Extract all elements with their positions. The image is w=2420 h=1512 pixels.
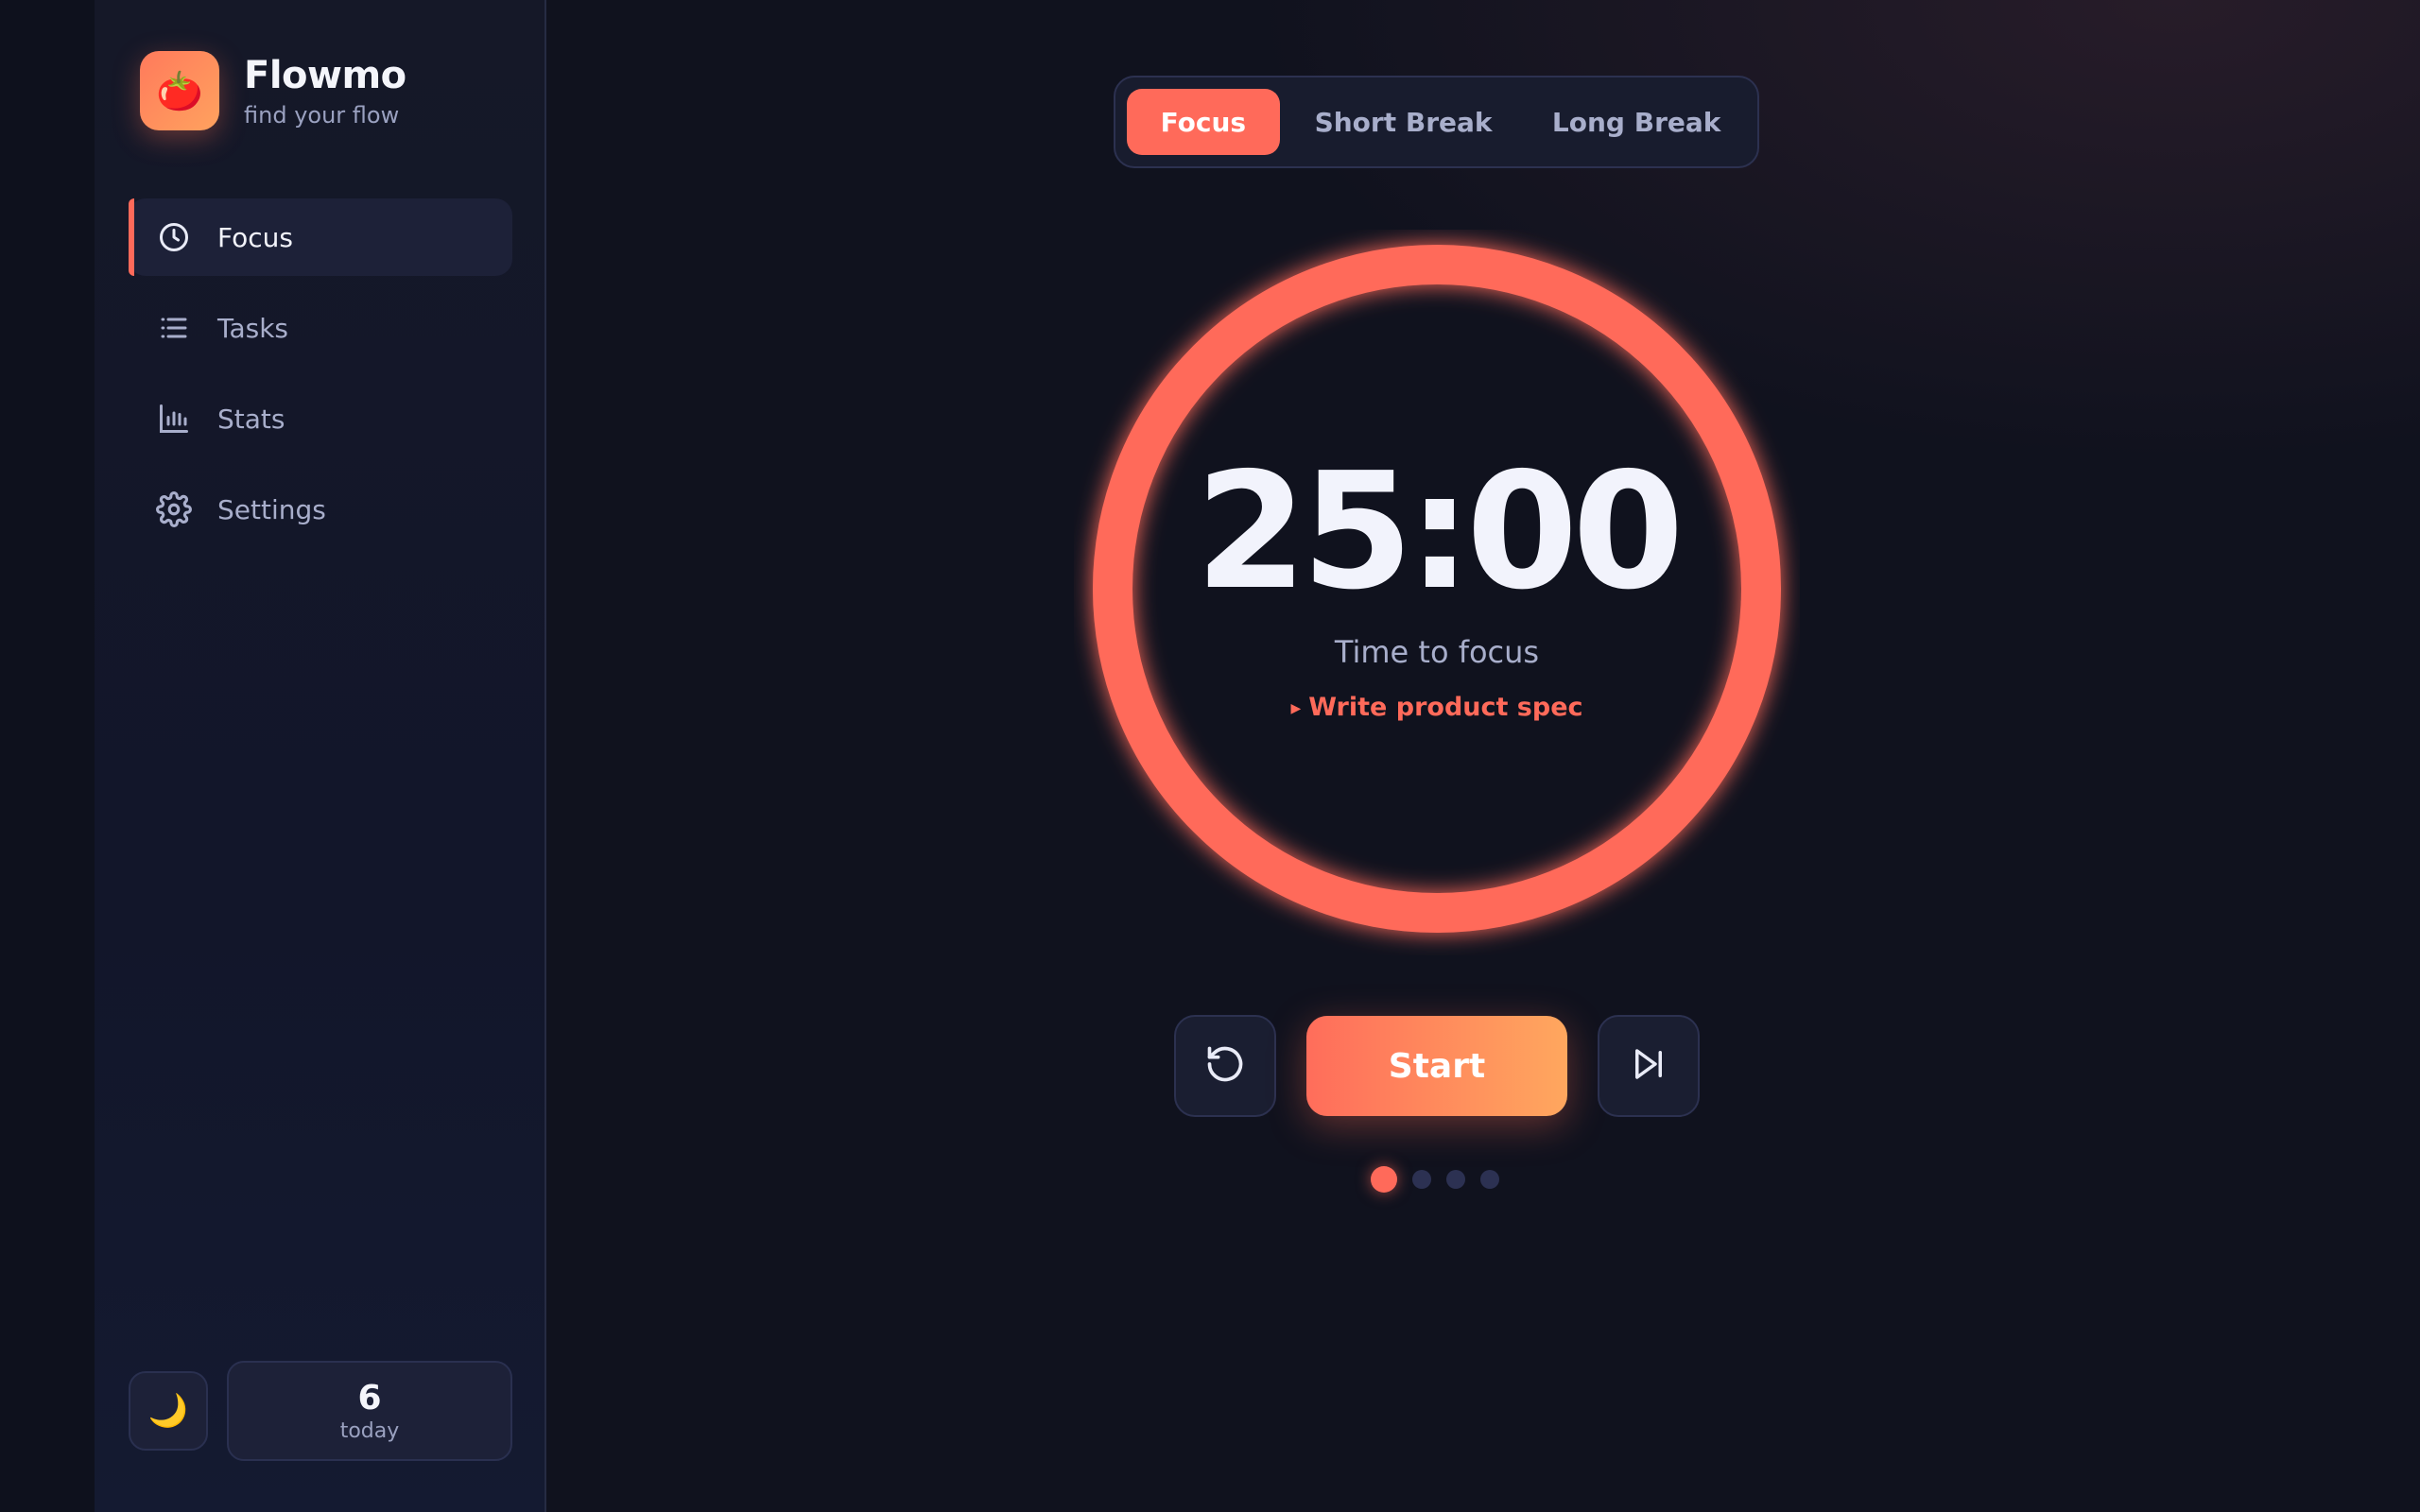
left-gutter <box>0 0 95 1512</box>
play-triangle-icon: ▶ <box>1290 700 1302 716</box>
tab-short-break[interactable]: Short Break <box>1280 89 1528 155</box>
sidebar-footer: 🌙 6 today <box>129 1361 512 1461</box>
tab-focus[interactable]: Focus <box>1127 89 1280 155</box>
timer-dial: 25:00 Time to focus ▶ Write product spec <box>1074 230 1800 955</box>
sidebar-item-tasks[interactable]: Tasks <box>129 289 512 367</box>
timer-controls: Start <box>1174 1015 1700 1117</box>
list-icon <box>155 309 193 347</box>
tomato-icon: 🍅 <box>140 51 219 130</box>
tab-long-break[interactable]: Long Break <box>1527 89 1746 155</box>
timer-label: Time to focus <box>1334 634 1540 670</box>
sidebar-item-label: Tasks <box>217 312 289 344</box>
sidebar-item-label: Stats <box>217 403 285 435</box>
session-dots <box>1371 1166 1514 1193</box>
sidebar-item-label: Focus <box>217 221 293 253</box>
theme-toggle-button[interactable]: 🌙 <box>129 1371 208 1451</box>
sidebar-item-label: Settings <box>217 493 326 525</box>
start-button[interactable]: Start <box>1306 1016 1567 1116</box>
app-tagline: find your flow <box>244 102 400 129</box>
today-count: 6 <box>357 1378 382 1418</box>
mode-tabs: Focus Short Break Long Break <box>1114 76 1759 168</box>
reset-button[interactable] <box>1174 1015 1276 1117</box>
brand: 🍅 Flowmo find your flow <box>140 51 406 130</box>
clock-icon <box>155 218 193 256</box>
gear-icon <box>155 490 193 528</box>
session-dot <box>1446 1170 1465 1189</box>
skip-forward-icon <box>1629 1044 1668 1088</box>
app-name: Flowmo <box>244 54 406 97</box>
sidebar-item-settings[interactable]: Settings <box>129 471 512 548</box>
session-dot <box>1480 1170 1499 1189</box>
sidebar-item-stats[interactable]: Stats <box>129 380 512 457</box>
sidebar: 🍅 Flowmo find your flow Focus Tasks Stat… <box>95 0 546 1512</box>
current-task[interactable]: ▶ Write product spec <box>1074 693 1800 722</box>
current-task-label: Write product spec <box>1308 693 1583 722</box>
session-dot <box>1412 1170 1431 1189</box>
moon-icon: 🌙 <box>147 1392 189 1430</box>
reset-icon <box>1204 1043 1246 1089</box>
timer-display: 25:00 <box>1195 438 1684 626</box>
skip-button[interactable] <box>1598 1015 1700 1117</box>
today-label: today <box>339 1418 400 1443</box>
today-stat-card: 6 today <box>227 1361 512 1461</box>
sidebar-item-focus[interactable]: Focus <box>129 198 512 276</box>
sidebar-nav: Focus Tasks Stats Settings <box>129 198 512 561</box>
bar-chart-icon <box>155 400 193 438</box>
session-dot <box>1371 1166 1397 1193</box>
